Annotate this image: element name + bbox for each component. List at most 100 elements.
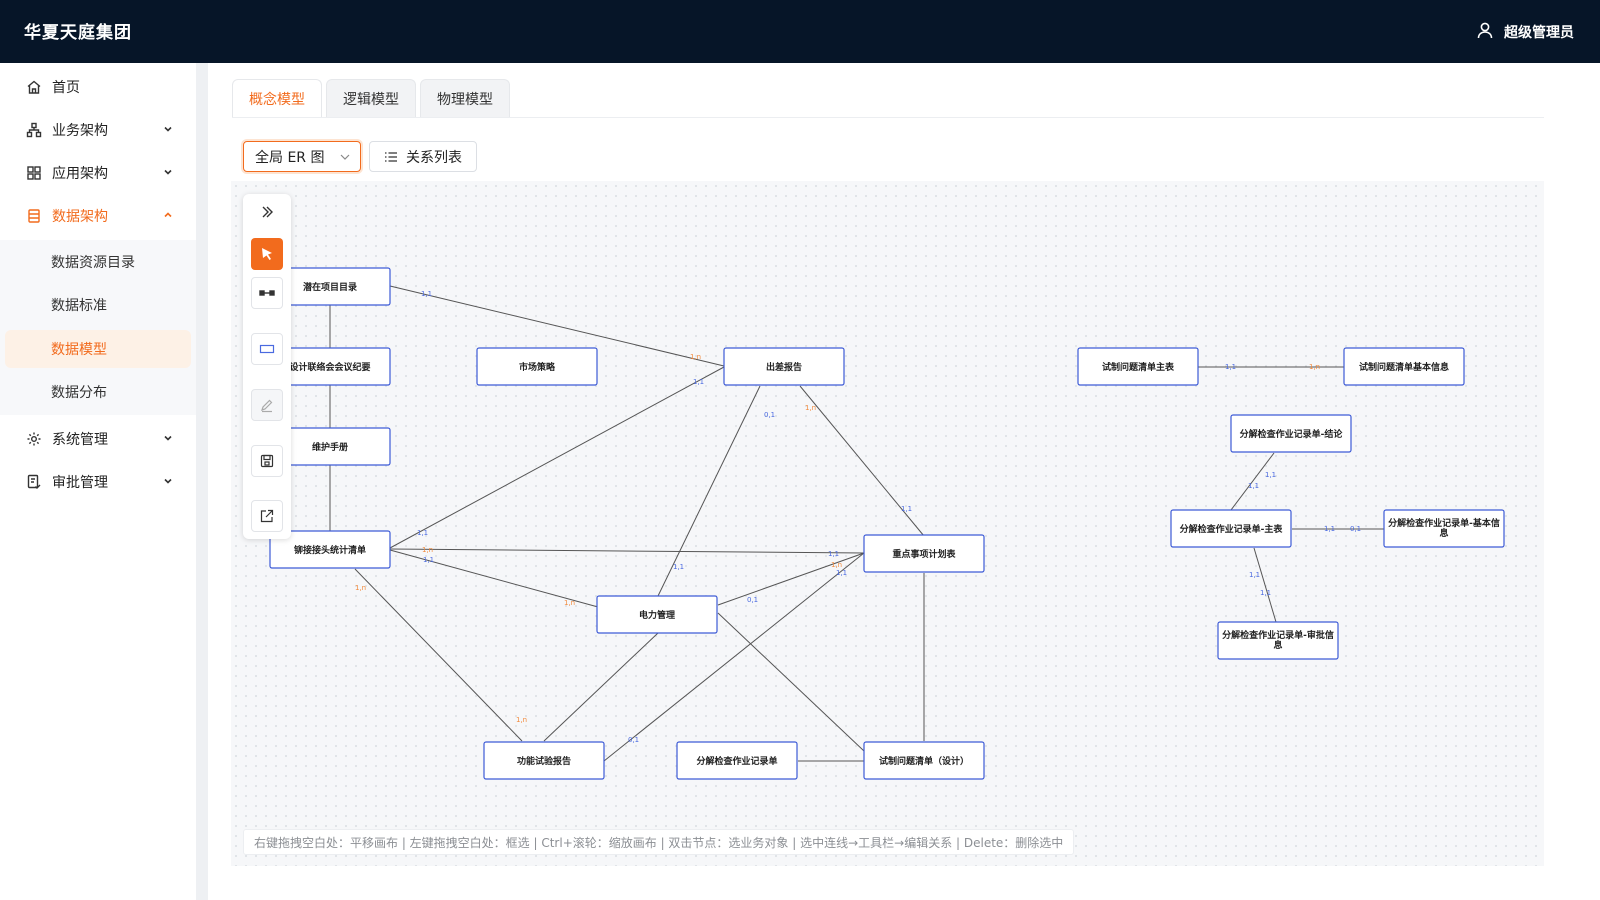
sidebar: 首页 业务架构 应用架构 数据架构 数据资源目录 数据标准 数据模型 数据分布 …	[0, 63, 196, 900]
entity-node[interactable]: 出差报告	[723, 347, 845, 386]
relation-line[interactable]	[799, 385, 925, 537]
entity-node[interactable]: 试制问题清单（设计）	[863, 741, 985, 780]
collapse-panel-button[interactable]	[251, 196, 283, 228]
entity-node[interactable]: 分解检查作业记录单-审批信息	[1217, 621, 1339, 660]
sidebar-item-home[interactable]: 首页	[0, 65, 196, 108]
sidebar-subitem-resource-catalog[interactable]: 数据资源目录	[0, 240, 196, 283]
canvas-hint: 右键拖拽空白处：平移画布 | 左键拖拽空白处：框选 | Ctrl+滚轮：缩放画布…	[243, 829, 1075, 855]
entity-node[interactable]: 试制问题清单基本信息	[1343, 347, 1465, 386]
pointer-icon	[262, 248, 272, 260]
edit-tool-button[interactable]	[251, 389, 283, 421]
sidebar-item-system-mgmt[interactable]: 系统管理	[0, 417, 196, 460]
user-menu[interactable]: 超级管理员	[1476, 21, 1574, 43]
sidebar-item-label: 系统管理	[52, 431, 108, 448]
entity-label: 分解检查作业记录单	[696, 755, 777, 767]
entity-label: 出差报告	[766, 361, 802, 373]
database-icon	[26, 208, 42, 224]
save-button[interactable]	[251, 445, 283, 477]
relation-line[interactable]	[543, 632, 659, 742]
cardinality-label: 1,n	[805, 404, 816, 412]
sidebar-item-approval-mgmt[interactable]: 审批管理	[0, 460, 196, 503]
gear-icon	[26, 431, 42, 447]
cardinality-label: 1,1	[1265, 471, 1276, 479]
approval-icon	[26, 474, 42, 490]
cardinality-label: 1,1	[901, 505, 912, 513]
chevron-up-icon	[164, 212, 172, 218]
cardinality-label: 1,1	[828, 550, 839, 558]
entity-node[interactable]: 重点事项计划表	[863, 534, 985, 573]
er-canvas[interactable]: 1,1 1,n 1,1 1,1 1,1 0,1 1,n 1,1 1,n 1,1 1,1 1,n 1,n 1…	[231, 181, 1544, 866]
cardinality-label: 1,n	[422, 546, 433, 554]
connector-icon	[259, 290, 275, 296]
entity-node[interactable]: 电力管理	[596, 595, 718, 634]
cardinality-label: 1,n	[516, 716, 527, 724]
sidebar-item-label: 业务架构	[52, 122, 108, 139]
entity-node[interactable]: 试制问题清单主表	[1077, 347, 1199, 386]
select-tool-button[interactable]	[251, 238, 283, 270]
list-icon	[385, 151, 397, 162]
entity-label: 设计联络会会议纪要	[289, 361, 370, 373]
export-button[interactable]	[251, 500, 283, 532]
sidebar-item-label: 首页	[52, 79, 80, 96]
entity-label: 市场策略	[519, 361, 556, 373]
home-icon	[26, 79, 42, 95]
sitemap-icon	[26, 122, 42, 138]
entity-node[interactable]: 分解检查作业记录单-结论	[1230, 414, 1352, 453]
relation-line[interactable]	[603, 552, 865, 762]
chevron-down-icon	[340, 154, 350, 160]
sidebar-item-app-arch[interactable]: 应用架构	[0, 151, 196, 194]
entity-label: 试制问题清单主表	[1102, 361, 1175, 373]
entity-node[interactable]: 分解检查作业记录单	[676, 741, 798, 780]
relation-line[interactable]	[354, 568, 523, 742]
sidebar-subitem-data-model[interactable]: 数据模型	[5, 330, 191, 368]
entity-label: 分解检查作业记录单-结论	[1240, 428, 1344, 440]
relation-line[interactable]	[389, 548, 865, 554]
cardinality-label: 1,1	[673, 563, 684, 571]
relation-line[interactable]	[389, 366, 725, 549]
sidebar-item-label: 数据架构	[52, 208, 108, 225]
entity-label: 重点事项计划表	[892, 548, 956, 560]
er-scope-select[interactable]: 全局 ER 图	[243, 141, 361, 172]
entity-node[interactable]: 分解检查作业记录单-主表	[1170, 509, 1292, 548]
relation-line[interactable]	[1253, 547, 1277, 623]
tab-logical-model[interactable]: 逻辑模型	[326, 79, 416, 117]
sidebar-item-label: 应用架构	[52, 165, 108, 182]
connect-tool-button[interactable]	[251, 277, 283, 309]
double-chevron-right-icon	[262, 206, 273, 218]
cardinality-label: 1,n	[690, 353, 701, 361]
relation-list-button[interactable]: 关系列表	[369, 141, 477, 172]
sidebar-subitem-data-standard[interactable]: 数据标准	[0, 283, 196, 326]
main-content: 概念模型 逻辑模型 物理模型 全局 ER 图 关系列表 1,1 1,n 1,1 …	[208, 63, 1600, 900]
cardinality-label: 1,1	[1225, 363, 1236, 371]
sidebar-item-label: 审批管理	[52, 474, 108, 491]
relation-line[interactable]	[717, 612, 865, 752]
cardinality-label: 1,1	[836, 569, 847, 577]
entity-label: 试制问题清单基本信息	[1359, 361, 1449, 373]
sidebar-item-business-arch[interactable]: 业务架构	[0, 108, 196, 151]
top-bar: 华夏天庭集团 超级管理员	[0, 0, 1600, 63]
model-tabs: 概念模型 逻辑模型 物理模型	[232, 79, 510, 117]
entity-tool-button[interactable]	[251, 333, 283, 365]
chevron-down-icon	[164, 435, 172, 441]
entity-label: 维护手册	[312, 441, 348, 453]
chevron-down-icon	[164, 126, 172, 132]
cardinality-label: 1,1	[417, 529, 428, 537]
entity-node[interactable]: 市场策略	[476, 347, 598, 386]
diagram-toolbar: 全局 ER 图 关系列表	[243, 141, 477, 172]
grid-icon	[26, 165, 42, 181]
sidebar-item-data-arch[interactable]: 数据架构	[0, 194, 196, 237]
cardinality-label: 1,1	[1260, 589, 1271, 597]
entity-node[interactable]: 分解检查作业记录单-基本信息	[1383, 509, 1505, 548]
cardinality-label: 0,1	[1350, 525, 1361, 533]
chevron-down-icon	[164, 169, 172, 175]
cardinality-label: 1,1	[693, 378, 704, 386]
relation-list-label: 关系列表	[406, 149, 462, 166]
pencil-icon	[261, 399, 273, 413]
entity-node[interactable]: 功能试验报告	[483, 741, 605, 780]
tab-conceptual-model[interactable]: 概念模型	[232, 79, 322, 117]
tab-physical-model[interactable]: 物理模型	[420, 79, 510, 117]
entity-label: 功能试验报告	[517, 755, 571, 767]
rectangle-icon	[259, 344, 275, 354]
sidebar-subitem-data-distribution[interactable]: 数据分布	[0, 370, 196, 413]
entity-label: 分解检查作业记录单-主表	[1180, 523, 1284, 535]
